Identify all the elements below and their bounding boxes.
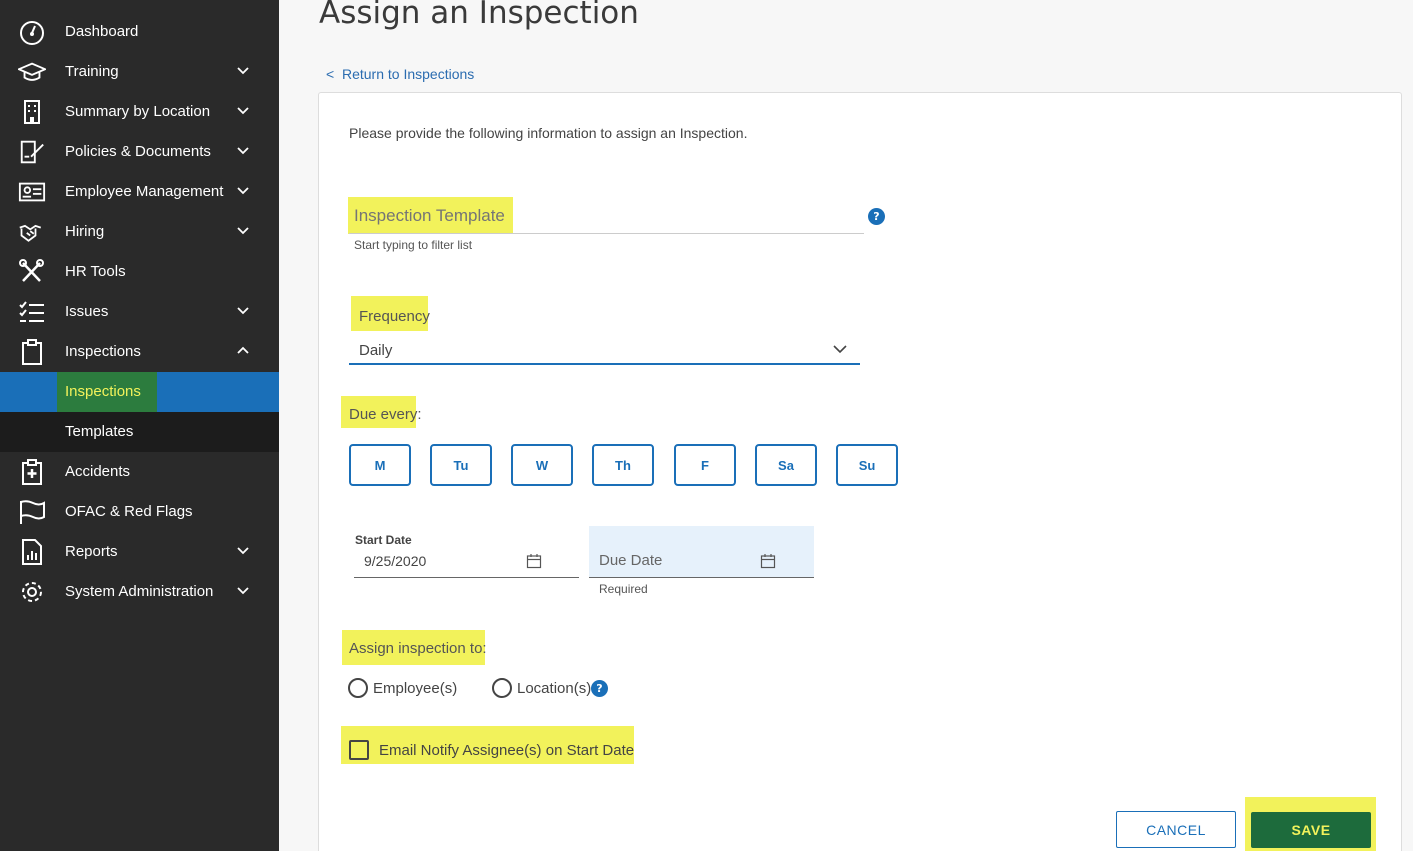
sidebar-item-label: Issues bbox=[65, 303, 109, 320]
day-button-thursday[interactable]: Th bbox=[592, 444, 654, 486]
gear-icon bbox=[18, 579, 46, 605]
checklist-icon bbox=[18, 299, 46, 325]
chevron-down-icon[interactable] bbox=[235, 223, 251, 239]
email-notify-label: Email Notify Assignee(s) on Start Date bbox=[379, 742, 635, 759]
chevron-down-icon[interactable] bbox=[235, 63, 251, 79]
id-card-icon bbox=[18, 179, 46, 205]
sidebar-item-summary-by-location[interactable]: Summary by Location bbox=[0, 92, 279, 132]
sidebar-item-ofac-red-flags[interactable]: OFAC & Red Flags bbox=[0, 492, 279, 532]
sidebar-subitem-label: Templates bbox=[65, 423, 134, 440]
cancel-button[interactable]: CANCEL bbox=[1116, 811, 1236, 848]
email-notify-checkbox[interactable] bbox=[349, 740, 369, 760]
sidebar-item-label: HR Tools bbox=[65, 263, 126, 280]
sidebar-item-reports[interactable]: Reports bbox=[0, 532, 279, 572]
chevron-down-icon[interactable] bbox=[832, 342, 848, 356]
due-date-placeholder: Due Date bbox=[599, 552, 663, 569]
sidebar-item-dashboard[interactable]: Dashboard bbox=[0, 12, 279, 52]
sidebar-subitem-label: Inspections bbox=[65, 383, 141, 400]
inspection-template-input[interactable] bbox=[354, 203, 859, 229]
return-link[interactable]: < Return to Inspections bbox=[326, 66, 474, 82]
start-date-underline bbox=[354, 577, 579, 578]
sidebar-item-issues[interactable]: Issues bbox=[0, 292, 279, 332]
tools-icon bbox=[18, 259, 46, 285]
sidebar-item-employee-management[interactable]: Employee Management bbox=[0, 172, 279, 212]
sidebar-item-label: Employee Management bbox=[65, 183, 224, 200]
chevron-down-icon[interactable] bbox=[235, 103, 251, 119]
frequency-select[interactable] bbox=[349, 336, 860, 364]
help-icon[interactable]: ? bbox=[868, 208, 885, 225]
frequency-label: Frequency bbox=[359, 308, 430, 325]
page-title: Assign an Inspection bbox=[319, 0, 639, 31]
day-button-tuesday[interactable]: Tu bbox=[430, 444, 492, 486]
building-icon bbox=[18, 99, 46, 125]
chevron-left-icon: < bbox=[326, 66, 342, 82]
document-pen-icon bbox=[18, 139, 46, 165]
start-date-label: Start Date bbox=[355, 533, 412, 547]
save-button[interactable]: SAVE bbox=[1251, 812, 1371, 848]
sidebar: Dashboard Training Summary by Location P… bbox=[0, 0, 279, 851]
dashboard-icon bbox=[18, 19, 46, 45]
report-icon bbox=[18, 539, 46, 565]
handshake-icon bbox=[18, 219, 46, 245]
sidebar-item-label: Summary by Location bbox=[65, 103, 211, 120]
frequency-underline bbox=[349, 363, 860, 365]
sidebar-item-label: Hiring bbox=[65, 223, 105, 240]
sidebar-item-system-administration[interactable]: System Administration bbox=[0, 572, 279, 612]
sidebar-item-label: Inspections bbox=[65, 343, 141, 360]
flag-icon bbox=[18, 499, 46, 525]
sidebar-item-policies-documents[interactable]: Policies & Documents bbox=[0, 132, 279, 172]
sidebar-subitem-templates[interactable]: Templates bbox=[0, 412, 279, 452]
chevron-down-icon[interactable] bbox=[235, 583, 251, 599]
sidebar-item-label: Training bbox=[65, 63, 119, 80]
sidebar-item-label: System Administration bbox=[65, 583, 214, 600]
sidebar-item-label: Accidents bbox=[65, 463, 131, 480]
due-date-hint: Required bbox=[599, 582, 648, 596]
sidebar-item-accidents[interactable]: Accidents bbox=[0, 452, 279, 492]
return-link-label: Return to Inspections bbox=[341, 66, 475, 82]
sidebar-item-training[interactable]: Training bbox=[0, 52, 279, 92]
chevron-down-icon[interactable] bbox=[235, 143, 251, 159]
day-button-monday[interactable]: M bbox=[349, 444, 411, 486]
chevron-up-icon[interactable] bbox=[235, 343, 251, 359]
radio-locations-label: Location(s) bbox=[517, 680, 592, 697]
radio-employees[interactable] bbox=[348, 678, 368, 698]
sidebar-item-hr-tools[interactable]: HR Tools bbox=[0, 252, 279, 292]
sidebar-item-label: OFAC & Red Flags bbox=[65, 503, 193, 520]
medical-clipboard-icon bbox=[18, 459, 46, 485]
sidebar-item-inspections[interactable]: Inspections bbox=[0, 332, 279, 372]
template-hint: Start typing to filter list bbox=[354, 238, 473, 252]
calendar-icon[interactable] bbox=[760, 553, 776, 569]
due-every-label: Due every: bbox=[349, 406, 422, 423]
day-button-friday[interactable]: F bbox=[674, 444, 736, 486]
sidebar-item-label: Reports bbox=[65, 543, 118, 560]
day-button-sunday[interactable]: Su bbox=[836, 444, 898, 486]
chevron-down-icon[interactable] bbox=[235, 543, 251, 559]
sidebar-subitem-inspections[interactable]: Inspections bbox=[0, 372, 279, 412]
clipboard-icon bbox=[18, 339, 46, 365]
help-icon[interactable]: ? bbox=[591, 680, 608, 697]
day-button-wednesday[interactable]: W bbox=[511, 444, 573, 486]
graduation-cap-icon bbox=[18, 59, 46, 85]
sidebar-item-label: Policies & Documents bbox=[65, 143, 211, 160]
start-date-value: 9/25/2020 bbox=[364, 553, 427, 569]
radio-locations[interactable] bbox=[492, 678, 512, 698]
calendar-icon[interactable] bbox=[526, 553, 542, 569]
radio-employees-label: Employee(s) bbox=[373, 680, 458, 697]
sidebar-item-label: Dashboard bbox=[65, 23, 139, 40]
chevron-down-icon[interactable] bbox=[235, 183, 251, 199]
assign-to-label: Assign inspection to: bbox=[349, 640, 487, 657]
chevron-down-icon[interactable] bbox=[235, 303, 251, 319]
intro-text: Please provide the following information… bbox=[349, 125, 748, 141]
day-button-saturday[interactable]: Sa bbox=[755, 444, 817, 486]
frequency-value: Daily bbox=[359, 342, 393, 359]
sidebar-item-hiring[interactable]: Hiring bbox=[0, 212, 279, 252]
due-date-underline bbox=[589, 577, 814, 578]
template-underline bbox=[349, 233, 864, 234]
